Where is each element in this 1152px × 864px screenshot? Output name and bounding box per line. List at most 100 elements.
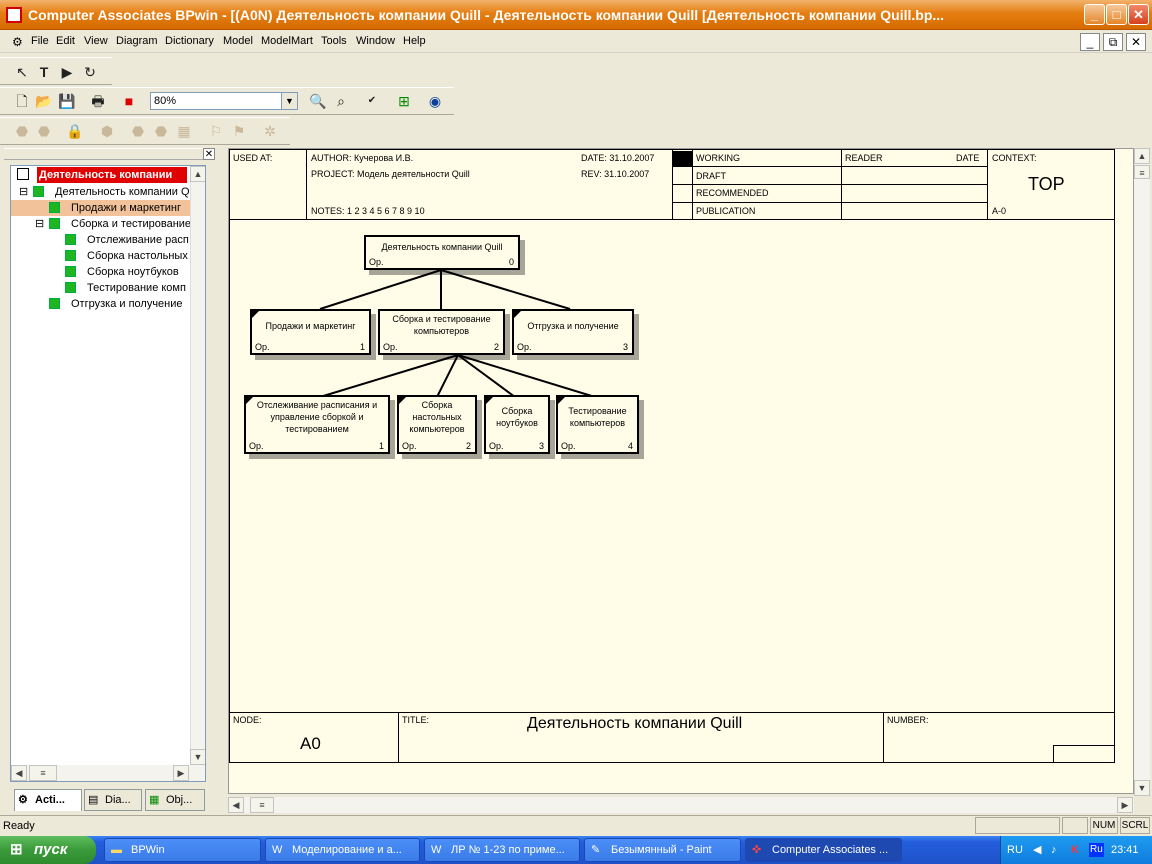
menu-diagram[interactable]: Diagram — [116, 35, 158, 47]
spellcheck-icon[interactable]: ✔ — [362, 91, 382, 111]
tree-item-company[interactable]: Деятельность компании Q — [55, 184, 195, 200]
open-folder-icon[interactable]: 📂 — [34, 91, 54, 111]
menu-model[interactable]: Model — [223, 35, 253, 47]
color-icon[interactable]: ■ — [119, 91, 139, 111]
mm-disconnect-icon[interactable]: ⬣ — [34, 121, 54, 141]
start-button[interactable]: ⊞ пуск — [0, 836, 96, 864]
scroll-left-icon[interactable]: ◀ — [228, 797, 244, 813]
tab-diagrams[interactable]: ▤ Dia... — [84, 789, 142, 811]
toolbar-modelmart: ⬣ ⬣ 🔒 ⬢ ⬣ ⬣ ▦ ⚐ ⚑ ✲ — [0, 117, 290, 145]
chevron-down-icon[interactable]: ▼ — [281, 93, 297, 109]
zoom-select[interactable]: 80% ▼ — [150, 92, 298, 110]
mm-save-icon[interactable]: ⬣ — [151, 121, 171, 141]
root-node-icon[interactable] — [17, 168, 29, 180]
taskbar-item[interactable]: W Моделирование и а... — [265, 838, 420, 862]
menu-edit[interactable]: Edit — [56, 35, 75, 47]
mm-grid-icon[interactable]: ▦ — [174, 121, 194, 141]
mdi-close-icon[interactable]: ✕ — [1126, 33, 1146, 51]
menu-view[interactable]: View — [84, 35, 108, 47]
mm-gear-icon[interactable]: ✲ — [260, 121, 280, 141]
tree-item-desktop[interactable]: Сборка настольных — [87, 248, 197, 264]
keyboard-layout-icon[interactable]: Ru — [1089, 843, 1104, 857]
box-number: 2 — [465, 441, 471, 451]
minimize-icon[interactable]: _ — [1084, 4, 1105, 25]
speaker-icon[interactable]: ♪ — [1051, 836, 1057, 864]
box-title: Сборка ноутбуков — [496, 406, 538, 428]
save-icon[interactable]: 💾 — [57, 91, 77, 111]
app-icon[interactable] — [6, 7, 22, 23]
activity-box-shipping[interactable]: Отгрузка и получение Op. 3 — [512, 309, 634, 355]
scroll-right-icon[interactable]: ▶ — [173, 765, 189, 781]
tree-expander-icon[interactable]: ⊟ — [35, 216, 44, 232]
menu-file[interactable]: File — [31, 35, 49, 47]
new-file-icon[interactable]: 🗋 — [12, 91, 32, 111]
language-indicator[interactable]: RU — [1007, 836, 1023, 864]
play-icon[interactable]: ▶ — [57, 62, 77, 82]
menu-modelmart[interactable]: ModelMart — [261, 35, 313, 47]
zoom-in-icon[interactable]: 🔍 — [308, 91, 328, 111]
scroll-thumb[interactable]: ≡ — [1134, 165, 1150, 179]
rotate-icon[interactable]: ↻ — [80, 62, 100, 82]
lock-icon[interactable]: 🔒 — [65, 121, 85, 141]
tree-root[interactable]: Деятельность компании — [37, 167, 187, 183]
activity-box-laptops[interactable]: Сборка ноутбуков Op. 3 — [484, 395, 550, 454]
model-tree-icon[interactable]: ⊞ — [394, 91, 414, 111]
mm-open-icon[interactable]: ⬣ — [128, 121, 148, 141]
activity-box-desktop[interactable]: Сборка настольных компьютеров Op. 2 — [397, 395, 477, 454]
print-icon[interactable]: 🖶 — [88, 91, 108, 111]
activity-box-testing[interactable]: Тестирование компьютеров Op. 4 — [556, 395, 639, 454]
zoom-fit-icon[interactable]: ⌕ — [331, 91, 351, 111]
antivirus-icon[interactable]: K — [1071, 836, 1079, 864]
tree-item-sales[interactable]: Продажи и маркетинг — [71, 200, 181, 216]
taskbar-item[interactable]: ✎ Безымянный - Paint — [584, 838, 741, 862]
mm-users-icon[interactable]: ⚐ — [206, 121, 226, 141]
scroll-down-icon[interactable]: ▼ — [1134, 780, 1150, 796]
text-tool-icon[interactable]: T — [34, 62, 54, 82]
scroll-up-icon[interactable]: ▲ — [190, 166, 205, 182]
pointer-icon[interactable]: ↖ — [12, 62, 32, 82]
activity-box-assembly[interactable]: Сборка и тестирование компьютеров Op. 2 — [378, 309, 505, 355]
canvas-hscroll[interactable] — [228, 797, 1134, 813]
maximize-icon[interactable]: □ — [1106, 4, 1127, 25]
menu-tools[interactable]: Tools — [321, 35, 347, 47]
scroll-up-icon[interactable]: ▲ — [1134, 148, 1150, 164]
mm-connect-icon[interactable]: ⬣ — [12, 121, 32, 141]
tab-objects[interactable]: ▦ Obj... — [145, 789, 205, 811]
menu-dictionary[interactable]: Dictionary — [165, 35, 214, 47]
tree-item-testing[interactable]: Тестирование комп — [87, 280, 197, 296]
mm-report-icon[interactable]: ⚑ — [229, 121, 249, 141]
activity-box-root[interactable]: Деятельность компании Quill Op. 0 — [364, 235, 520, 270]
mm-cube-icon[interactable]: ⬢ — [97, 121, 117, 141]
box-op: Op. — [402, 441, 417, 451]
tree-vscroll[interactable] — [190, 166, 205, 766]
menu-window[interactable]: Window — [356, 35, 395, 47]
tree-item-tracking[interactable]: Отслеживание расп — [87, 232, 197, 248]
canvas-vscroll[interactable] — [1134, 148, 1150, 794]
tree-item-laptops[interactable]: Сборка ноутбуков — [87, 264, 197, 280]
menu-help[interactable]: Help — [403, 35, 426, 47]
scroll-left-icon[interactable]: ◀ — [11, 765, 27, 781]
mdi-restore-icon[interactable]: ⧉ — [1103, 33, 1123, 51]
tray-back-icon[interactable]: ◀ — [1033, 836, 1041, 864]
taskbar-item-active[interactable]: ✜ Computer Associates ... — [745, 838, 902, 862]
scroll-down-icon[interactable]: ▼ — [190, 749, 205, 765]
activity-box-sales[interactable]: Продажи и маркетинг Op. 1 — [250, 309, 371, 355]
activity-box-tracking[interactable]: Отслеживание расписания и управление сбо… — [244, 395, 390, 454]
modelmart-icon[interactable]: ◉ — [425, 91, 445, 111]
panel-close-icon[interactable]: ✕ — [203, 148, 215, 160]
scroll-right-icon[interactable]: ▶ — [1117, 797, 1133, 813]
close-icon[interactable]: ✕ — [1128, 4, 1149, 25]
tree-item-shipping[interactable]: Отгрузка и получение — [71, 296, 183, 312]
window-title-bar[interactable]: Computer Associates BPwin - [(A0N) Деяте… — [0, 0, 1152, 30]
tree-item-assembly[interactable]: Сборка и тестирование — [71, 216, 196, 232]
tree-expander-icon[interactable]: ⊟ — [19, 184, 28, 200]
taskbar-item[interactable]: ▬ BPWin — [104, 838, 261, 862]
box-title: Сборка настольных компьютеров — [409, 400, 465, 434]
scroll-thumb[interactable]: ≡ — [250, 797, 274, 813]
tab-activities[interactable]: ⚙ Acti... — [14, 789, 82, 811]
model-icon[interactable]: ⚙ — [12, 35, 23, 49]
mdi-minimize-icon[interactable]: _ — [1080, 33, 1100, 51]
taskbar-item[interactable]: W ЛР № 1-23 по приме... — [424, 838, 580, 862]
activity-icon — [49, 218, 60, 229]
scroll-thumb[interactable]: ≡ — [29, 765, 57, 781]
